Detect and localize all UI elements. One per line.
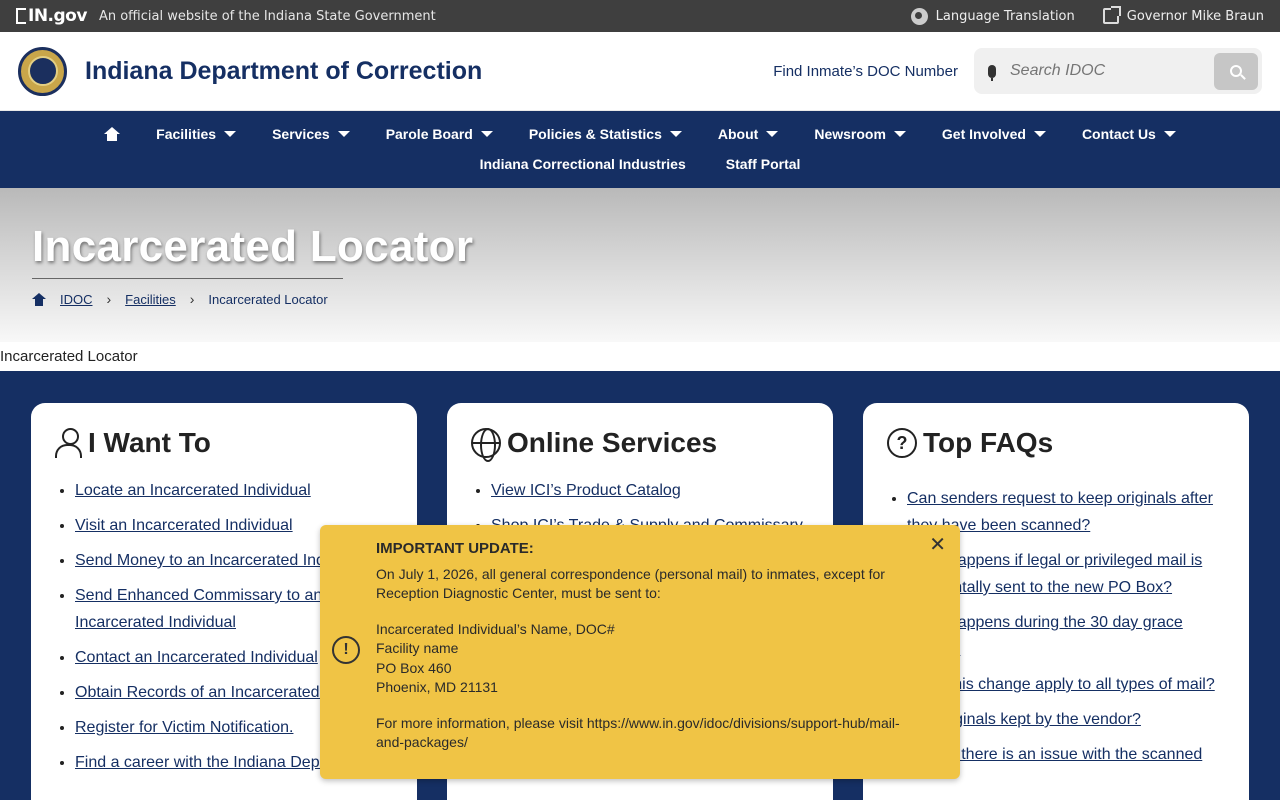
chevron-right-icon: › xyxy=(189,291,195,307)
language-translation-link[interactable]: Language Translation xyxy=(910,7,1075,25)
link-contact-individual[interactable]: Contact an Incarcerated Individual xyxy=(75,649,318,666)
breadcrumb-current: Incarcerated Locator xyxy=(208,291,328,307)
site-title[interactable]: Indiana Department of Correction xyxy=(85,57,482,86)
ingov-logo[interactable]: IN.gov xyxy=(16,6,87,26)
list-item: Locate an Incarcerated Individual xyxy=(75,477,393,504)
search-icon xyxy=(1230,65,1242,77)
nav-policies-statistics[interactable]: Policies & Statistics xyxy=(511,123,700,145)
nav-about[interactable]: About xyxy=(700,123,796,145)
language-translation-label: Language Translation xyxy=(935,8,1075,24)
address-line: PO Box 460 xyxy=(376,659,452,676)
home-icon[interactable] xyxy=(32,292,46,306)
breadcrumb-idoc[interactable]: IDOC xyxy=(60,292,93,307)
link-product-catalog[interactable]: View ICI’s Product Catalog xyxy=(491,482,681,499)
alert-more-info: For more information, please visit https… xyxy=(376,714,900,751)
alert-intro: On July 1, 2026, all general corresponde… xyxy=(376,565,885,602)
link-enhanced-commissary[interactable]: Send Enhanced Commissary to an Incarcera… xyxy=(75,587,322,631)
page-hero: Incarcerated Locator IDOC › Facilities ›… xyxy=(0,188,1280,342)
external-link-icon xyxy=(1102,6,1121,24)
breadcrumb-facilities[interactable]: Facilities xyxy=(125,292,176,307)
nav-contact-us[interactable]: Contact Us xyxy=(1064,123,1194,145)
page-title: Incarcerated Locator xyxy=(32,222,474,271)
caret-down-icon xyxy=(893,131,906,137)
nav-get-involved[interactable]: Get Involved xyxy=(924,123,1064,145)
governor-link[interactable]: Governor Mike Braun xyxy=(1102,6,1264,24)
nav-label: Policies & Statistics xyxy=(528,126,662,142)
link-locate-individual[interactable]: Locate an Incarcerated Individual xyxy=(75,482,311,499)
caret-down-icon xyxy=(224,131,237,137)
find-inmate-doc-link[interactable]: Find Inmate’s DOC Number xyxy=(773,63,958,80)
nav-label: Get Involved xyxy=(941,126,1026,142)
caret-down-icon xyxy=(1163,131,1176,137)
ingov-brand-text: IN.gov xyxy=(28,6,87,26)
nav-correctional-industries[interactable]: Indiana Correctional Industries xyxy=(462,153,704,175)
official-banner: IN.gov An official website of the Indian… xyxy=(0,0,1280,32)
list-item: View ICI’s Product Catalog xyxy=(491,477,809,504)
exclamation-icon: ! xyxy=(332,636,360,664)
breadcrumb: IDOC › Facilities › Incarcerated Locator xyxy=(32,278,343,307)
alert-title: IMPORTANT UPDATE: xyxy=(376,540,534,557)
person-icon xyxy=(55,428,82,458)
nav-parole-board[interactable]: Parole Board xyxy=(368,123,511,145)
page-label: Incarcerated Locator xyxy=(0,348,138,365)
link-visit-individual[interactable]: Visit an Incarcerated Individual xyxy=(75,517,293,534)
nav-label: Parole Board xyxy=(385,126,473,142)
question-icon: ? xyxy=(887,428,917,458)
card-title: I Want To xyxy=(88,427,211,458)
official-site-text: An official website of the Indiana State… xyxy=(98,8,436,24)
address-line: Incarcerated Individual’s Name, DOC# xyxy=(376,620,615,637)
address-line: Facility name xyxy=(376,640,459,656)
nav-label: Newsroom xyxy=(814,126,886,142)
caret-down-icon xyxy=(480,131,493,137)
search-input[interactable] xyxy=(1010,62,1200,80)
close-icon[interactable]: ✕ xyxy=(929,535,946,555)
nav-label: Services xyxy=(272,126,330,142)
card-title: Online Services xyxy=(507,427,718,458)
mailing-address: Incarcerated Individual’s Name, DOC# Fac… xyxy=(376,620,904,698)
nav-staff-portal[interactable]: Staff Portal xyxy=(708,153,819,175)
department-seal-logo[interactable] xyxy=(18,46,67,96)
nav-label: About xyxy=(717,126,759,142)
site-header: Indiana Department of Correction Find In… xyxy=(0,32,1280,111)
nav-newsroom[interactable]: Newsroom xyxy=(796,123,924,145)
globe-icon xyxy=(910,7,928,25)
search-box xyxy=(974,48,1262,94)
microphone-icon[interactable] xyxy=(988,64,996,81)
globe-icon xyxy=(471,428,501,462)
address-line: Phoenix, MD 21131 xyxy=(376,679,498,695)
caret-down-icon xyxy=(1033,131,1046,137)
nav-services[interactable]: Services xyxy=(254,123,368,145)
nav-facilities[interactable]: Facilities xyxy=(138,123,254,145)
caret-down-icon xyxy=(669,131,682,137)
chevron-right-icon: › xyxy=(106,291,112,307)
nav-label: Facilities xyxy=(156,126,217,142)
card-title: Top FAQs xyxy=(923,427,1054,458)
caret-down-icon xyxy=(337,131,350,137)
nav-label: Contact Us xyxy=(1081,126,1156,142)
home-icon xyxy=(104,127,121,141)
search-button[interactable] xyxy=(1214,52,1258,90)
main-navigation: Facilities Services Parole Board Policie… xyxy=(0,111,1280,188)
important-update-alert: ! ✕ IMPORTANT UPDATE: On July 1, 2026, a… xyxy=(320,525,960,779)
caret-down-icon xyxy=(766,131,779,137)
governor-link-label: Governor Mike Braun xyxy=(1126,8,1264,24)
link-victim-notification[interactable]: Register for Victim Notification. xyxy=(75,719,293,736)
nav-home[interactable] xyxy=(86,123,138,145)
